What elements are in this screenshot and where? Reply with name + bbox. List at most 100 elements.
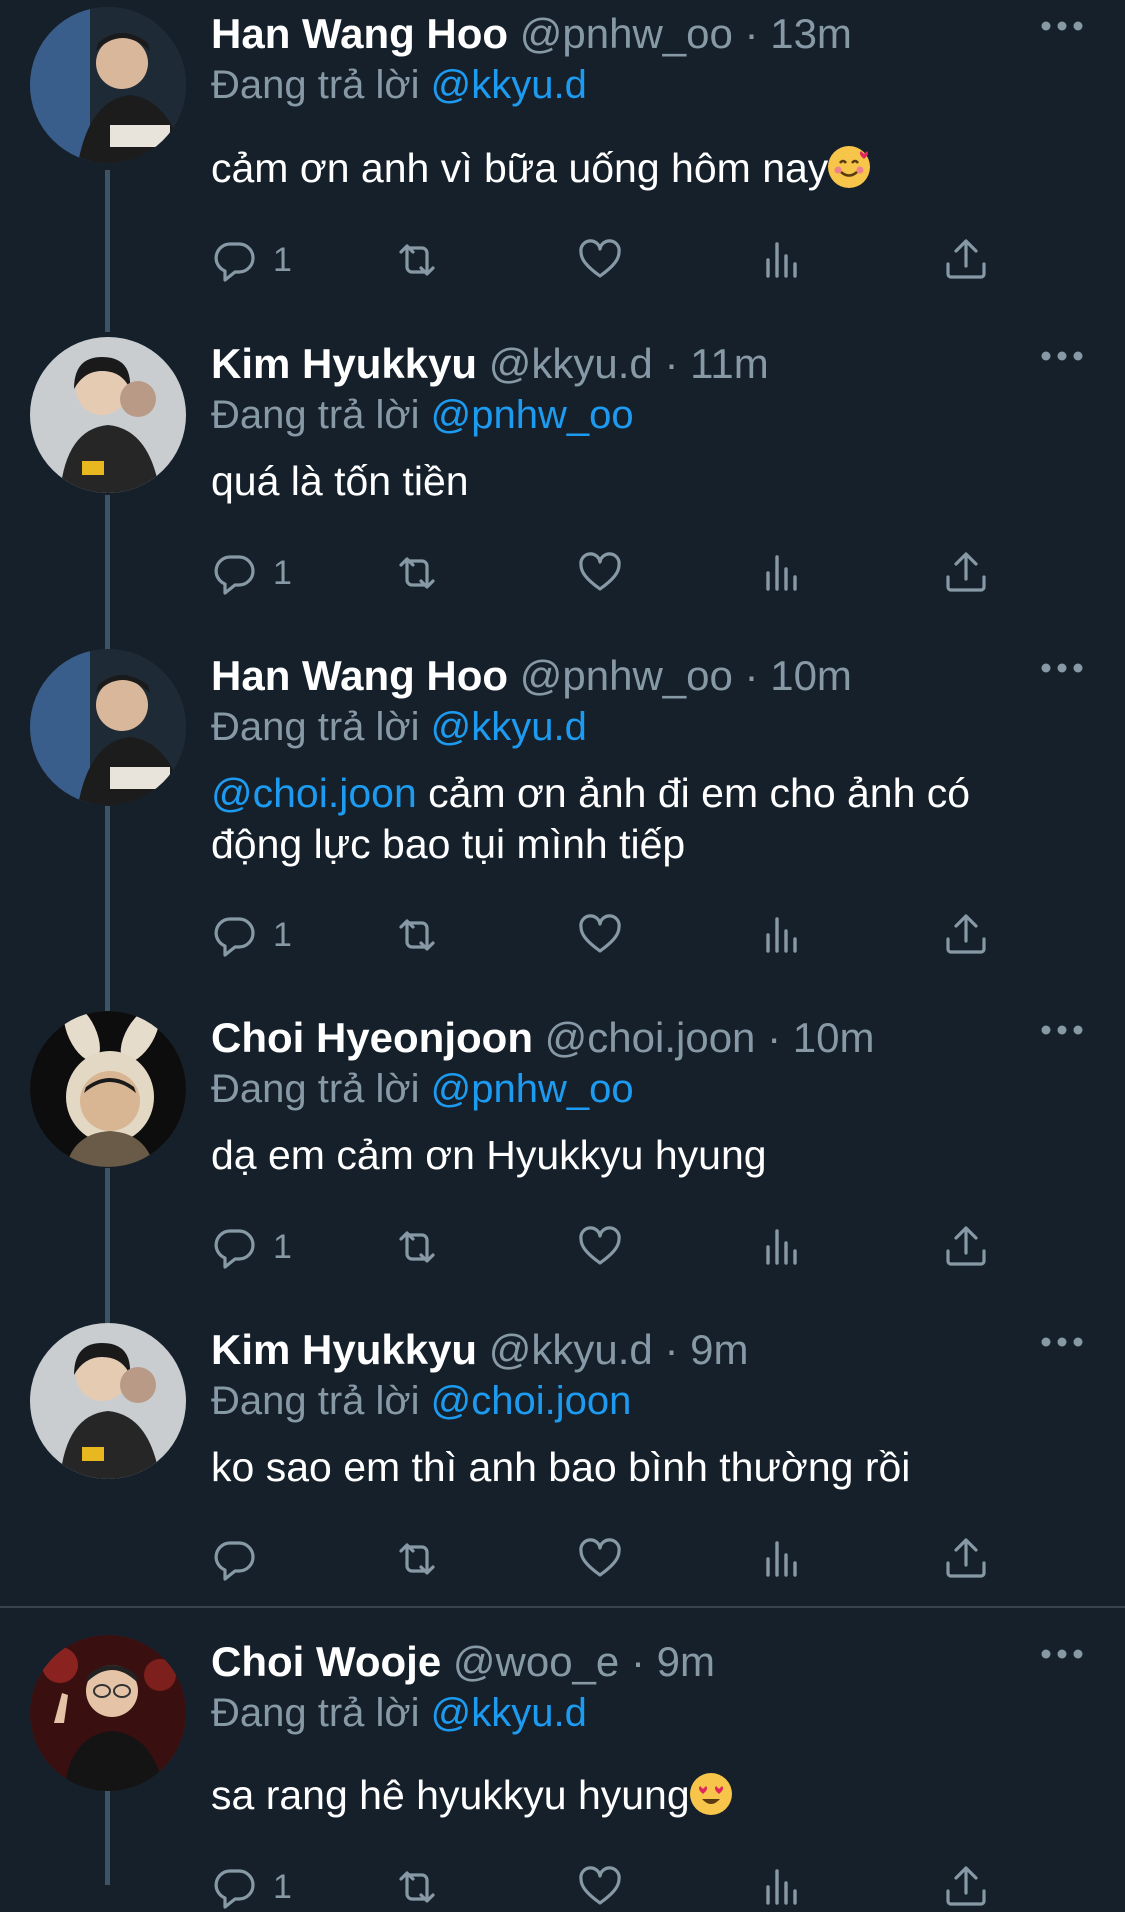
reply-count: 1 bbox=[273, 240, 292, 279]
separator-dot: · bbox=[664, 340, 679, 387]
share-button[interactable] bbox=[942, 910, 990, 960]
replying-mention[interactable]: @choi.joon bbox=[431, 1379, 632, 1423]
tweet[interactable]: Choi Wooje @woo_e · 9m Đang trả lời @kky… bbox=[0, 1628, 1125, 1909]
tweet-text-content: dạ em cảm ơn Hyukkyu hyung bbox=[211, 1132, 767, 1178]
replying-mention[interactable]: @kkyu.d bbox=[431, 1691, 587, 1735]
tweet[interactable]: Kim Hyukkyu @kkyu.d · 9m Đang trả lời @c… bbox=[0, 1316, 1125, 1606]
retweet-icon bbox=[399, 1543, 435, 1575]
handle[interactable]: @pnhw_oo bbox=[520, 10, 733, 57]
retweet-icon bbox=[399, 244, 435, 276]
handle[interactable]: @choi.joon bbox=[545, 1014, 756, 1061]
retweet-button[interactable] bbox=[393, 548, 441, 598]
avatar[interactable] bbox=[30, 1011, 186, 1167]
tweet[interactable]: Han Wang Hoo @pnhw_oo · 13m Đang trả lời… bbox=[0, 0, 1125, 330]
share-icon bbox=[946, 1538, 986, 1578]
views-button[interactable] bbox=[759, 235, 807, 285]
tweet[interactable]: Choi Hyeonjoon @choi.joon · 10m Đang trả… bbox=[0, 1004, 1125, 1316]
like-button[interactable] bbox=[576, 910, 624, 960]
timestamp[interactable]: 9m bbox=[657, 1638, 715, 1685]
timestamp[interactable]: 11m bbox=[690, 340, 769, 387]
retweet-icon bbox=[399, 557, 435, 589]
avatar[interactable] bbox=[30, 7, 186, 163]
like-button[interactable] bbox=[576, 1534, 624, 1584]
more-horizontal-icon[interactable] bbox=[1040, 1020, 1084, 1040]
timestamp[interactable]: 9m bbox=[690, 1326, 748, 1373]
views-button[interactable] bbox=[759, 910, 807, 960]
tweet-text: @choi.joon cảm ơn ảnh đi em cho ảnh có đ… bbox=[211, 768, 1041, 870]
reply-button[interactable]: 1 bbox=[211, 1862, 292, 1912]
like-button[interactable] bbox=[576, 548, 624, 598]
reply-button[interactable]: 1 bbox=[211, 235, 292, 285]
share-button[interactable] bbox=[942, 1534, 990, 1584]
replying-mention[interactable]: @pnhw_oo bbox=[431, 1067, 634, 1111]
tweet-header: Han Wang Hoo @pnhw_oo · 10m bbox=[211, 652, 852, 700]
timestamp[interactable]: 10m bbox=[770, 652, 852, 699]
more-horizontal-icon[interactable] bbox=[1040, 346, 1084, 366]
retweet-icon bbox=[399, 1871, 435, 1903]
tweet-text-content: ko sao em thì anh bao bình thường rồi bbox=[211, 1444, 911, 1490]
more-horizontal-icon[interactable] bbox=[1040, 1332, 1084, 1352]
replying-to: Đang trả lời @kkyu.d bbox=[211, 704, 587, 750]
tweet-actions: 1 bbox=[211, 235, 1001, 285]
display-name[interactable]: Choi Hyeonjoon bbox=[211, 1014, 533, 1061]
reply-count: 1 bbox=[273, 1227, 292, 1266]
replying-label: Đang trả lời bbox=[211, 1691, 420, 1735]
retweet-button[interactable] bbox=[393, 235, 441, 285]
display-name[interactable]: Kim Hyukkyu bbox=[211, 1326, 477, 1373]
retweet-button[interactable] bbox=[393, 910, 441, 960]
tweet-text-content: cảm ơn anh vì bữa uống hôm nay bbox=[211, 145, 829, 191]
display-name[interactable]: Han Wang Hoo bbox=[211, 652, 508, 699]
avatar[interactable] bbox=[30, 337, 186, 493]
avatar[interactable] bbox=[30, 649, 186, 805]
more-horizontal-icon[interactable] bbox=[1040, 658, 1084, 678]
handle[interactable]: @woo_e bbox=[453, 1638, 619, 1685]
timestamp[interactable]: 13m bbox=[770, 10, 852, 57]
share-button[interactable] bbox=[942, 548, 990, 598]
handle[interactable]: @kkyu.d bbox=[489, 340, 653, 387]
like-button[interactable] bbox=[576, 235, 624, 285]
display-name[interactable]: Choi Wooje bbox=[211, 1638, 441, 1685]
share-button[interactable] bbox=[942, 1222, 990, 1272]
replying-label: Đang trả lời bbox=[211, 1379, 420, 1423]
reply-button[interactable] bbox=[211, 1534, 273, 1584]
handle[interactable]: @kkyu.d bbox=[489, 1326, 653, 1373]
like-button[interactable] bbox=[576, 1222, 624, 1272]
display-name[interactable]: Han Wang Hoo bbox=[211, 10, 508, 57]
retweet-button[interactable] bbox=[393, 1534, 441, 1584]
reply-button[interactable]: 1 bbox=[211, 910, 292, 960]
more-horizontal-icon[interactable] bbox=[1040, 16, 1084, 36]
tweet-text: ko sao em thì anh bao bình thường rồi bbox=[211, 1442, 1041, 1493]
tweet-actions: 1 bbox=[211, 1222, 1001, 1272]
share-button[interactable] bbox=[942, 1862, 990, 1912]
tweet-actions: 1 bbox=[211, 910, 1001, 960]
views-button[interactable] bbox=[759, 1534, 807, 1584]
retweet-button[interactable] bbox=[393, 1862, 441, 1912]
views-button[interactable] bbox=[759, 548, 807, 598]
replying-mention[interactable]: @kkyu.d bbox=[431, 705, 587, 749]
retweet-button[interactable] bbox=[393, 1222, 441, 1272]
tweet-text: dạ em cảm ơn Hyukkyu hyung bbox=[211, 1130, 1041, 1181]
tweet[interactable]: Kim Hyukkyu @kkyu.d · 11m Đang trả lời @… bbox=[0, 330, 1125, 642]
reply-button[interactable]: 1 bbox=[211, 1222, 292, 1272]
reply-button[interactable]: 1 bbox=[211, 548, 292, 598]
separator-dot: · bbox=[630, 1638, 645, 1685]
tweet[interactable]: Han Wang Hoo @pnhw_oo · 10m Đang trả lời… bbox=[0, 642, 1125, 1004]
avatar[interactable] bbox=[30, 1635, 186, 1791]
tweet-header: Kim Hyukkyu @kkyu.d · 11m bbox=[211, 340, 769, 388]
handle[interactable]: @pnhw_oo bbox=[520, 652, 733, 699]
timestamp[interactable]: 10m bbox=[793, 1014, 875, 1061]
views-button[interactable] bbox=[759, 1862, 807, 1912]
more-horizontal-icon[interactable] bbox=[1040, 1644, 1084, 1664]
tweet-text-content: sa rang hê hyukkyu hyung bbox=[211, 1772, 690, 1818]
replying-to: Đang trả lời @pnhw_oo bbox=[211, 1066, 634, 1112]
replying-mention[interactable]: @pnhw_oo bbox=[431, 393, 634, 437]
tweet-text: quá là tốn tiền bbox=[211, 456, 1041, 507]
heart-icon bbox=[579, 552, 621, 591]
text-mention[interactable]: @choi.joon bbox=[211, 770, 417, 816]
share-button[interactable] bbox=[942, 235, 990, 285]
like-button[interactable] bbox=[576, 1862, 624, 1912]
avatar[interactable] bbox=[30, 1323, 186, 1479]
replying-mention[interactable]: @kkyu.d bbox=[431, 63, 587, 107]
display-name[interactable]: Kim Hyukkyu bbox=[211, 340, 477, 387]
views-button[interactable] bbox=[759, 1222, 807, 1272]
